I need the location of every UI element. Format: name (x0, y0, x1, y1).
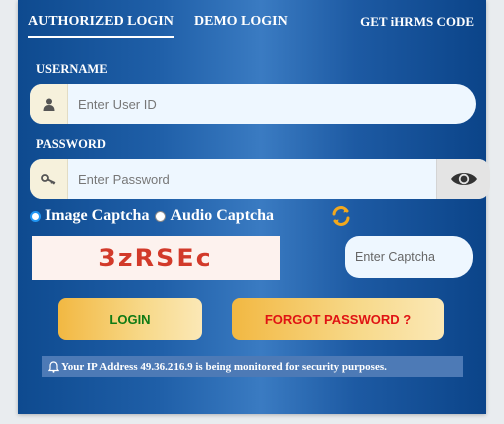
eye-icon (450, 173, 477, 185)
ip-monitor-notice: Your IP Address 49.36.216.9 is being mon… (42, 356, 463, 377)
username-label: USERNAME (36, 62, 108, 76)
captcha-input[interactable] (345, 236, 473, 278)
image-captcha-label: Image Captcha (45, 207, 150, 224)
username-field (30, 84, 476, 124)
image-captcha-option[interactable]: Image Captcha (30, 207, 149, 225)
tab-get-ihrms-code[interactable]: GET iHRMS CODE (360, 14, 474, 30)
bell-icon (48, 360, 59, 373)
key-icon (30, 159, 68, 199)
captcha-type-options: Image Captcha Audio Captcha (30, 205, 280, 227)
ip-notice-text: Your IP Address 49.36.216.9 is being mon… (61, 360, 387, 373)
captcha-text: 3zRSEc (98, 244, 214, 272)
captcha-image: 3zRSEc (32, 236, 280, 280)
username-input[interactable] (68, 84, 476, 124)
audio-captcha-label: Audio Captcha (170, 207, 275, 224)
login-panel: AUTHORIZED LOGIN DEMO LOGIN GET iHRMS CO… (18, 0, 490, 414)
password-input[interactable] (68, 159, 436, 199)
forgot-password-button[interactable]: FORGOT PASSWORD ? (232, 298, 444, 340)
audio-captcha-radio[interactable] (155, 210, 167, 222)
tab-demo-login[interactable]: DEMO LOGIN (194, 14, 288, 30)
refresh-icon[interactable] (330, 205, 352, 227)
user-icon (30, 84, 68, 124)
login-button[interactable]: LOGIN (58, 298, 202, 340)
password-field (30, 159, 490, 199)
password-label: PASSWORD (36, 137, 106, 151)
image-captcha-radio[interactable] (30, 210, 41, 222)
show-password-toggle[interactable] (436, 159, 490, 199)
audio-captcha-option[interactable]: Audio Captcha (155, 207, 274, 225)
tab-authorized-login[interactable]: AUTHORIZED LOGIN (28, 14, 174, 38)
login-tabs: AUTHORIZED LOGIN DEMO LOGIN GET iHRMS CO… (28, 14, 476, 42)
